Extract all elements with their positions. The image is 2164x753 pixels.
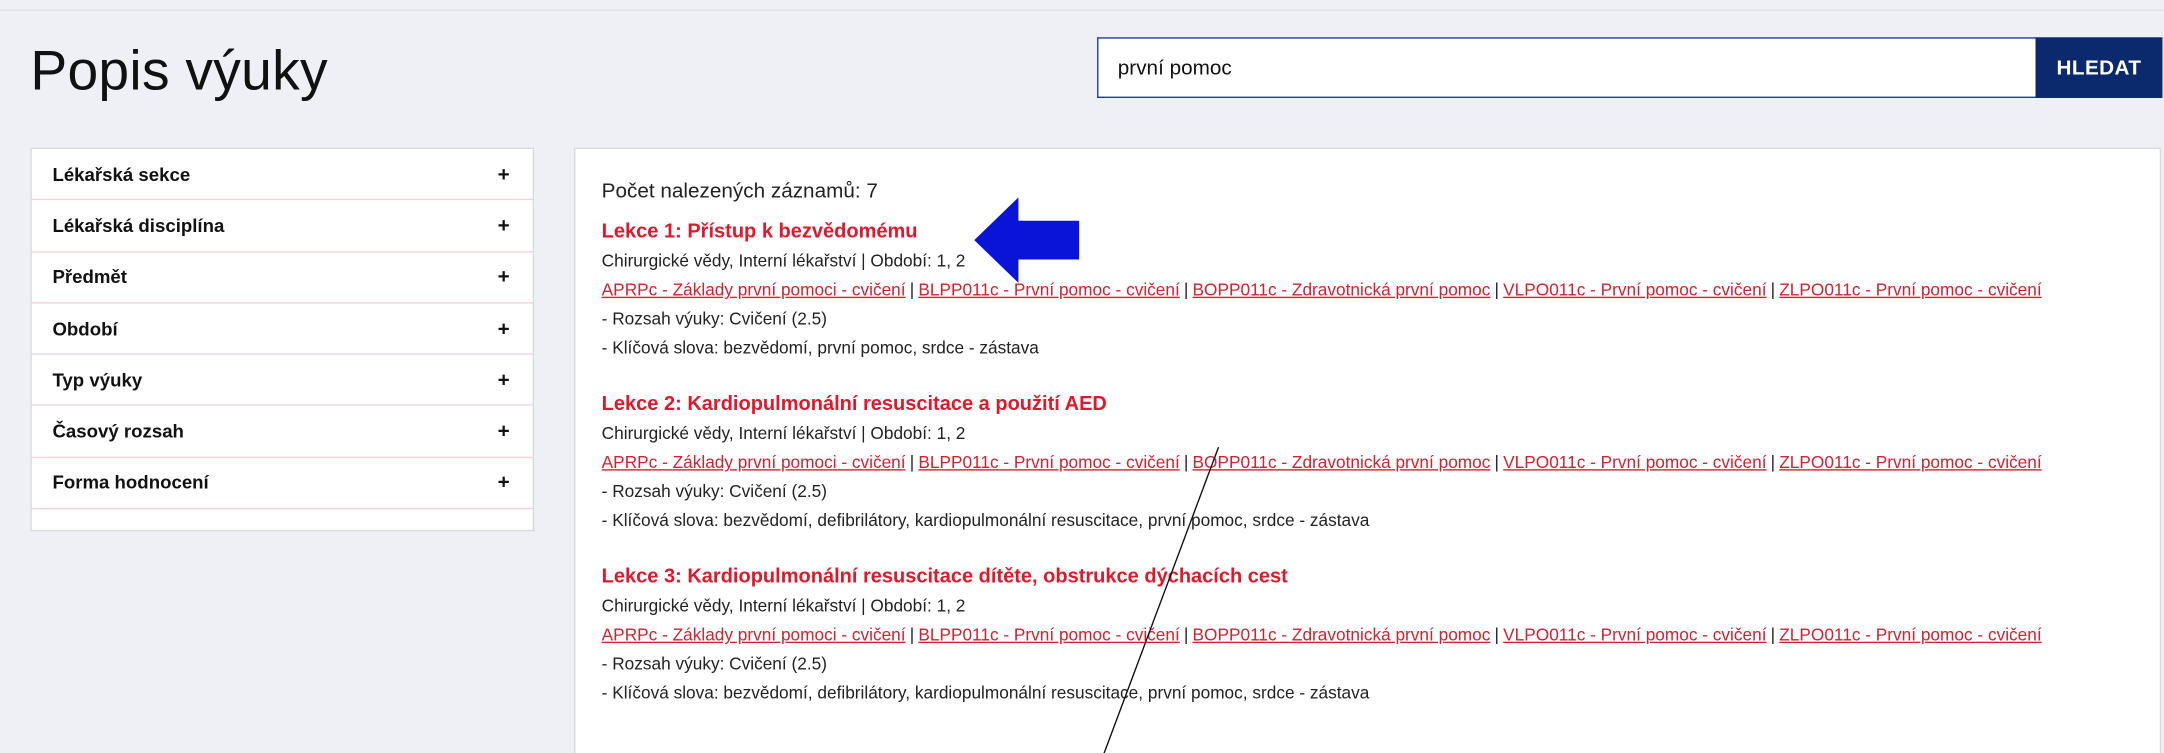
lesson-meta: Chirurgické vědy, Interní lékařství | Ob… — [601, 251, 966, 271]
lesson-keywords: - Klíčová slova: bezvědomí, první pomoc,… — [601, 338, 1039, 358]
filter-label: Forma hodnocení — [52, 472, 209, 494]
course-link[interactable]: ZLPO011c - První pomoc - cvičení — [1779, 280, 2041, 299]
filter-sidebar: Lékařská sekce + Lékařská disciplína + P… — [30, 147, 535, 532]
lesson-title-link[interactable]: Lekce 3: Kardiopulmonální resuscitace dí… — [602, 566, 1288, 588]
top-divider — [0, 9, 2164, 12]
course-link[interactable]: VLPO011c - První pomoc - cvičení — [1503, 625, 1766, 644]
lesson-item: Lekce 1: Přístup k bezvědomému Chirurgic… — [602, 219, 2160, 363]
course-link[interactable]: BOPP011c - Zdravotnická první pomoc — [1193, 625, 1491, 644]
lesson-item: Lekce 2: Kardiopulmonální resuscitace a … — [602, 392, 2160, 536]
lesson-meta: Chirurgické vědy, Interní lékařství | Ob… — [601, 423, 966, 443]
filter-label: Časový rozsah — [52, 421, 184, 442]
filter-label: Období — [52, 318, 118, 339]
lesson-scope: - Rozsah výuky: Cvičení (2.5) — [601, 481, 827, 501]
lesson-meta: Chirurgické vědy, Interní lékařství | Ob… — [601, 596, 966, 616]
plus-icon[interactable]: + — [495, 368, 512, 391]
course-link[interactable]: APRPc - Základy první pomoci - cvičení — [602, 280, 906, 299]
course-link[interactable]: BLPP011c - První pomoc - cvičení — [918, 453, 1179, 472]
course-link[interactable]: BOPP011c - Zdravotnická první pomoc — [1193, 280, 1491, 299]
course-links: APRPc - Základy první pomoci - cvičení | B… — [601, 625, 2042, 645]
results-count: Počet nalezených záznamů: 7 — [601, 179, 878, 203]
left-arrow-icon — [974, 197, 1080, 283]
filter-casovy-rozsah[interactable]: Časový rozsah + — [31, 406, 533, 458]
page-title: Popis výuky — [30, 41, 328, 103]
filter-obdobi[interactable]: Období + — [31, 303, 533, 355]
filter-label: Lékařská sekce — [52, 163, 191, 185]
lesson-scope: - Rozsah výuky: Cvičení (2.5) — [601, 309, 827, 329]
course-link[interactable]: BLPP011c - První pomoc - cvičení — [918, 280, 1179, 299]
filter-typ-vyuky[interactable]: Typ výuky + — [31, 355, 533, 407]
filter-predmet[interactable]: Předmět + — [31, 252, 533, 304]
course-link[interactable]: ZLPO011c - První pomoc - cvičení — [1779, 453, 2041, 472]
plus-icon[interactable]: + — [495, 471, 512, 494]
course-links: APRPc - Základy první pomoci - cvičení | B… — [601, 452, 2042, 472]
course-link[interactable]: APRPc - Základy první pomoci - cvičení — [602, 453, 906, 472]
lesson-title-link[interactable]: Lekce 1: Přístup k bezvědomému — [602, 221, 918, 243]
course-link[interactable]: VLPO011c - První pomoc - cvičení — [1503, 453, 1766, 472]
filter-lekarska-sekce[interactable]: Lékařská sekce + — [31, 149, 533, 201]
lesson-scope: - Rozsah výuky: Cvičení (2.5) — [601, 654, 827, 674]
lesson-keywords: - Klíčová slova: bezvědomí, defibrilátor… — [601, 683, 1370, 703]
course-links: APRPc - Základy první pomoci - cvičení | B… — [601, 280, 2042, 300]
course-link[interactable]: BLPP011c - První pomoc - cvičení — [918, 625, 1179, 644]
plus-icon[interactable]: + — [495, 162, 512, 185]
lesson-keywords: - Klíčová slova: bezvědomí, defibrilátor… — [601, 510, 1370, 530]
page-scaled: Popis výuky HLEDAT Lékařská sekce + Léka… — [0, 0, 2164, 753]
filter-lekarska-disciplina[interactable]: Lékařská disciplína + — [31, 201, 533, 252]
filter-forma-hodnoceni[interactable]: Forma hodnocení + — [31, 458, 533, 510]
course-link[interactable]: VLPO011c - První pomoc - cvičení — [1503, 280, 1766, 299]
lesson-title-link[interactable]: Lekce 2: Kardiopulmonální resuscitace a … — [602, 393, 1107, 415]
results-panel: Počet nalezených záznamů: 7 Lekce 1: Pří… — [574, 147, 2162, 753]
search-button[interactable]: HLEDAT — [2035, 37, 2163, 98]
plus-icon[interactable]: + — [495, 214, 512, 237]
search-bar: HLEDAT — [1097, 37, 2163, 98]
search-input[interactable] — [1097, 37, 2036, 98]
filter-label: Předmět — [52, 266, 128, 288]
course-link[interactable]: BOPP011c - Zdravotnická první pomoc — [1193, 453, 1491, 472]
filter-label: Typ výuky — [52, 369, 143, 391]
screenshot-stage: Popis výuky HLEDAT Lékařská sekce + Léka… — [0, 0, 2164, 753]
plus-icon[interactable]: + — [495, 420, 512, 443]
lesson-item: Lekce 3: Kardiopulmonální resuscitace dí… — [602, 564, 2160, 708]
plus-icon[interactable]: + — [495, 317, 512, 340]
plus-icon[interactable]: + — [495, 265, 512, 288]
filter-label: Lékařská disciplína — [52, 215, 225, 236]
course-link[interactable]: APRPc - Základy první pomoci - cvičení — [602, 625, 906, 644]
course-link[interactable]: ZLPO011c - První pomoc - cvičení — [1779, 625, 2041, 644]
